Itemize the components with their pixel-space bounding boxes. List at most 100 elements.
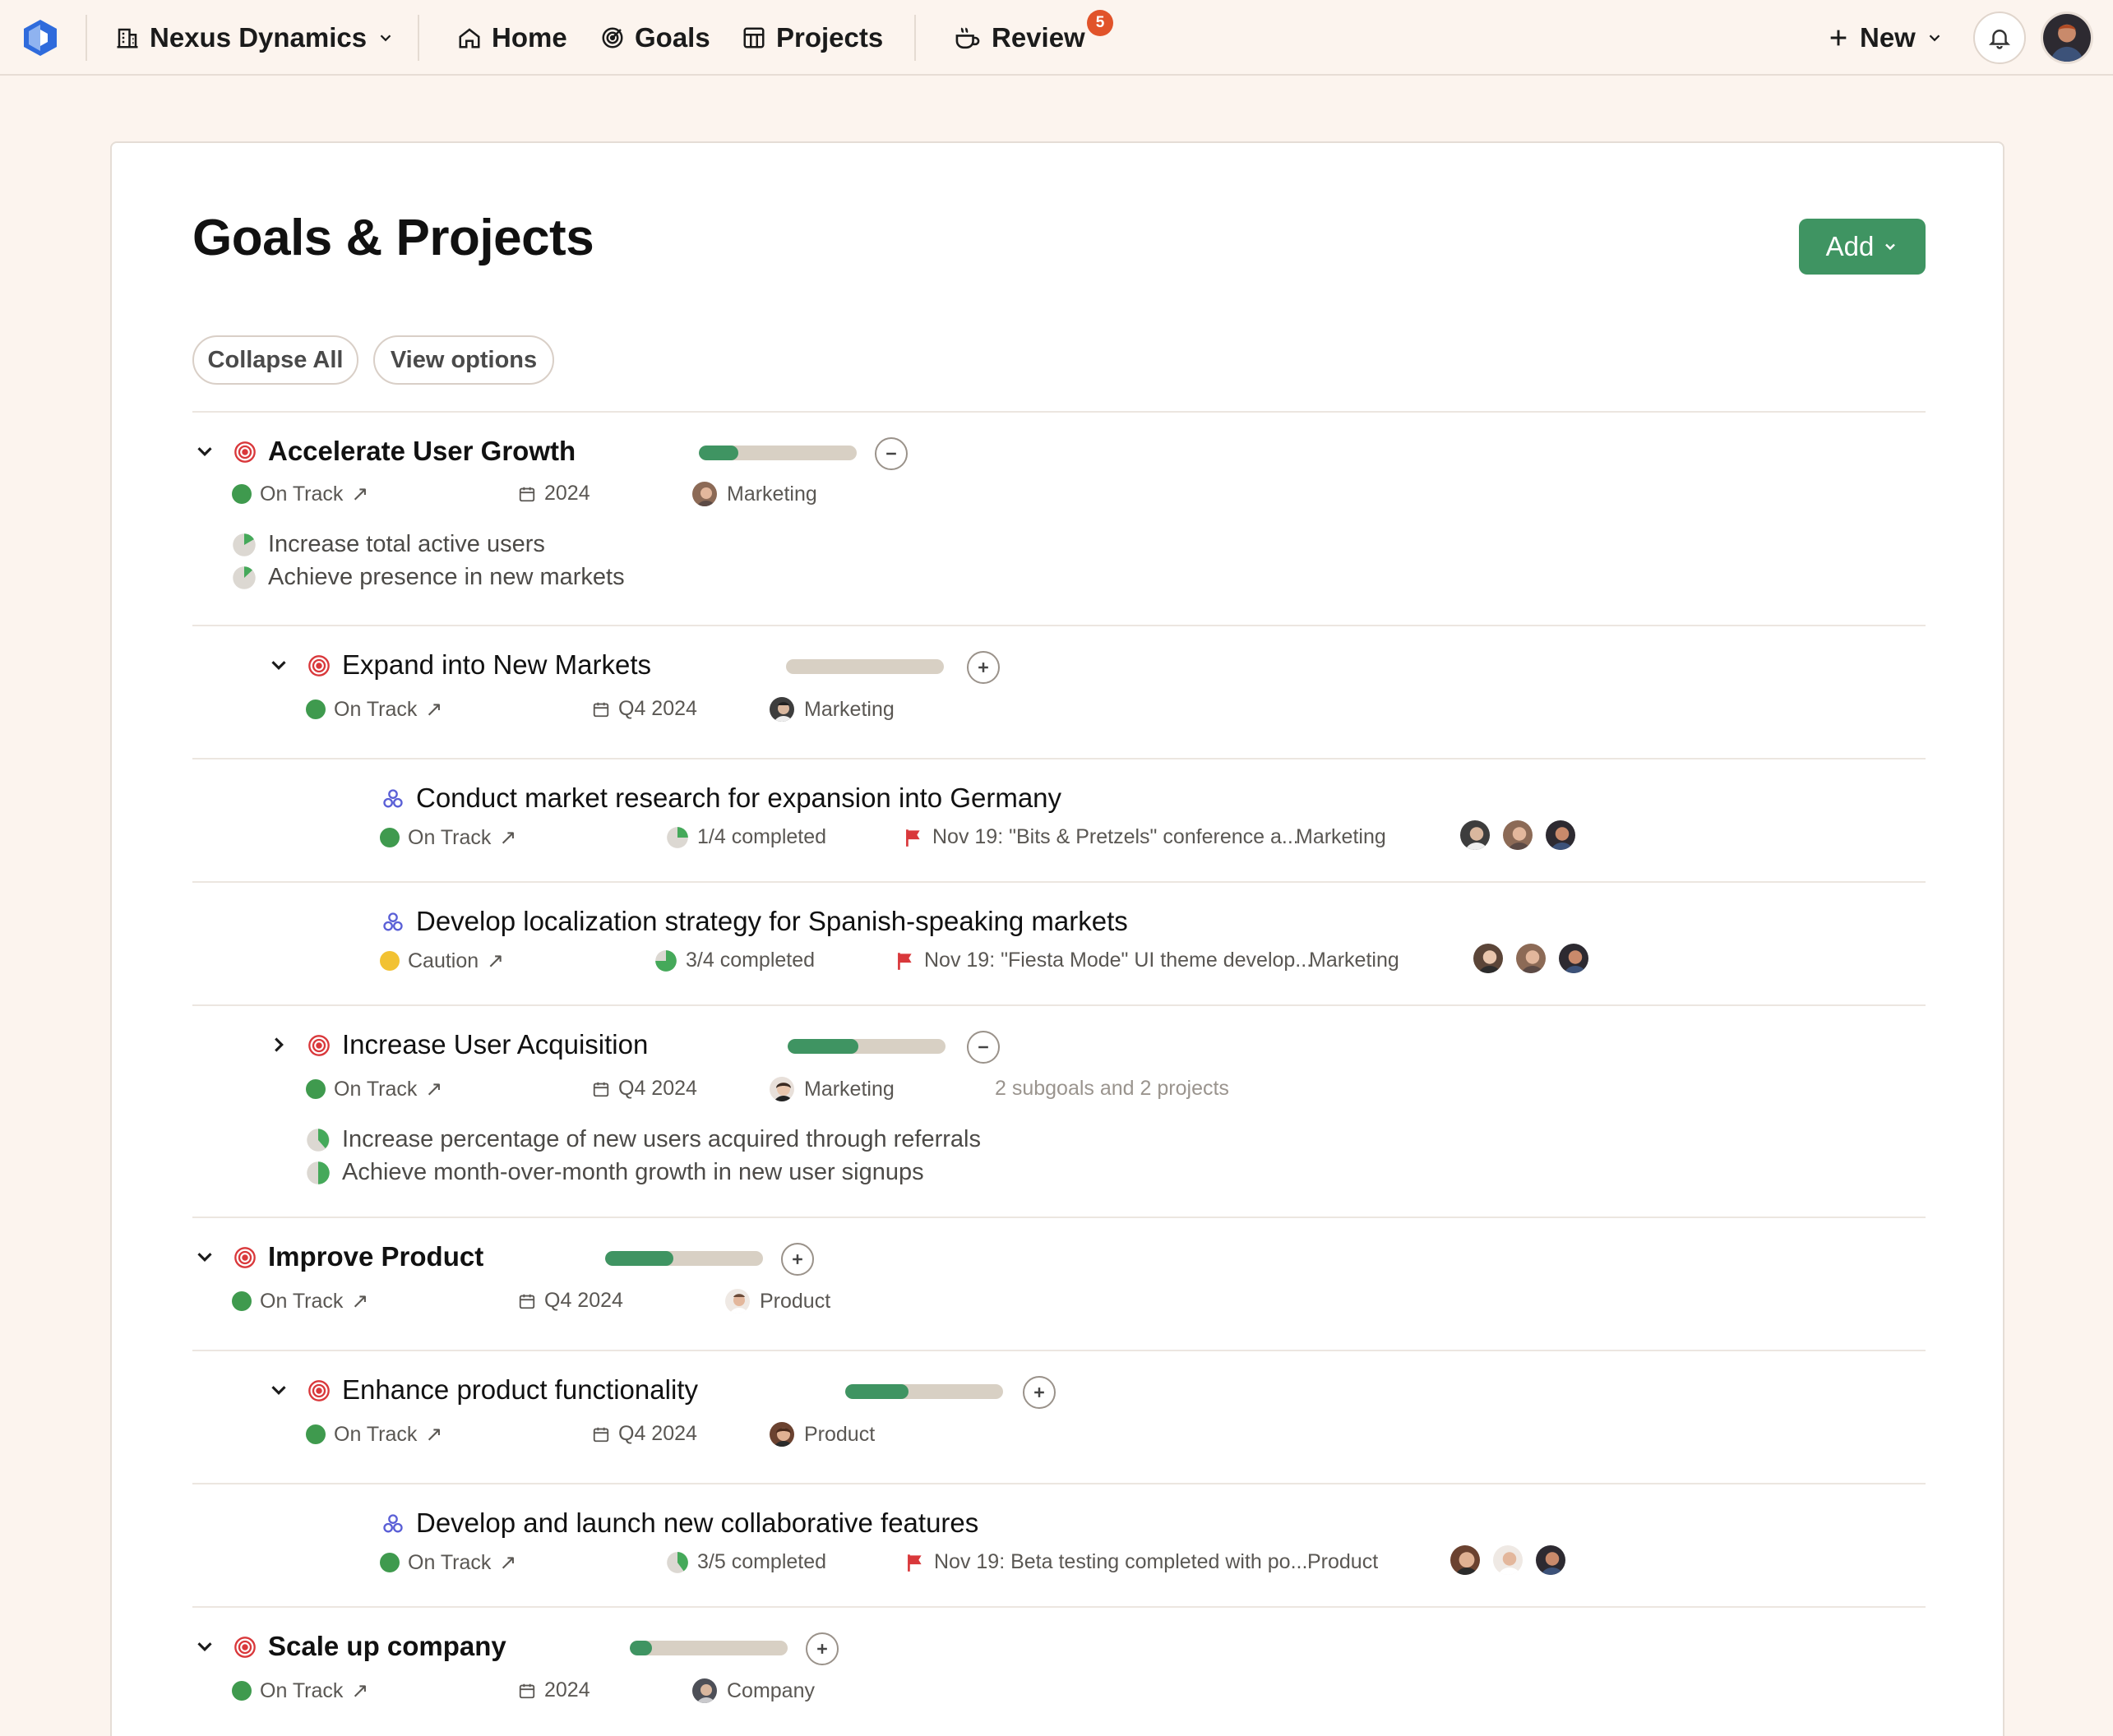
status-label: On Track xyxy=(260,482,344,506)
notifications-button[interactable] xyxy=(1973,12,2026,64)
key-result-item[interactable]: Achieve presence in new markets xyxy=(232,564,625,591)
owner[interactable]: Company xyxy=(691,1677,815,1705)
owner[interactable]: Marketing xyxy=(691,480,817,508)
nav-goals[interactable]: Goals xyxy=(600,18,710,58)
chevron-down-icon[interactable] xyxy=(192,1244,217,1269)
nav-projects[interactable]: Projects xyxy=(742,18,883,58)
next-milestone[interactable]: Nov 19: Beta testing completed with po..… xyxy=(904,1550,1307,1574)
goal-title[interactable]: Increase User Acquisition xyxy=(342,1029,648,1060)
app-logo-icon[interactable] xyxy=(21,18,59,58)
contributors[interactable] xyxy=(1472,942,1590,975)
calendar-icon xyxy=(593,1427,609,1442)
chevron-down-icon[interactable] xyxy=(266,653,291,677)
goal-title[interactable]: Improve Product xyxy=(268,1241,483,1272)
arrow-up-right-icon: ↗ xyxy=(351,482,369,506)
avatar xyxy=(1459,819,1491,852)
project-row: Develop localization strategy for Spanis… xyxy=(192,881,1926,1004)
flag-icon xyxy=(908,1554,922,1572)
owner[interactable]: Product xyxy=(724,1287,830,1315)
goal-title[interactable]: Accelerate User Growth xyxy=(268,436,576,467)
key-result-item[interactable]: Increase total active users xyxy=(232,531,545,558)
project-title[interactable]: Develop and launch new collaborative fea… xyxy=(416,1507,978,1539)
milestones-progress[interactable]: 1/4 completed xyxy=(666,825,826,849)
avatar xyxy=(1491,1544,1524,1577)
nav-projects-label: Projects xyxy=(776,22,884,53)
owner[interactable]: Product xyxy=(768,1420,875,1448)
chevron-down-icon[interactable] xyxy=(192,439,217,464)
owner[interactable]: Marketing xyxy=(768,695,895,723)
chevron-down-icon[interactable] xyxy=(266,1378,291,1402)
owner[interactable]: Marketing xyxy=(768,1075,895,1103)
contributors[interactable] xyxy=(1459,819,1577,852)
status-indicator[interactable]: On Track ↗ xyxy=(306,1077,442,1101)
key-result-item[interactable]: Achieve month-over-month growth in new u… xyxy=(306,1159,924,1186)
status-indicator[interactable]: Caution ↗ xyxy=(380,949,504,973)
status-indicator[interactable]: On Track ↗ xyxy=(306,697,442,722)
status-dot xyxy=(306,1424,326,1444)
project-title[interactable]: Conduct market research for expansion in… xyxy=(416,783,1061,814)
nav-home[interactable]: Home xyxy=(457,18,567,58)
owner-team-label: Marketing xyxy=(1309,949,1399,972)
timeframe[interactable]: Q4 2024 xyxy=(592,1077,697,1101)
avatar xyxy=(1557,942,1590,975)
next-milestone[interactable]: Nov 19: "Fiesta Mode" UI theme develop..… xyxy=(895,949,1312,972)
chevron-down-icon[interactable] xyxy=(192,1634,217,1659)
avatar xyxy=(1501,819,1534,852)
collapse-targets-button[interactable] xyxy=(967,1031,1000,1064)
nav-goals-label: Goals xyxy=(635,22,710,53)
collapse-all-button[interactable]: Collapse All xyxy=(192,335,358,385)
avatar xyxy=(768,695,796,723)
timeframe[interactable]: Q4 2024 xyxy=(518,1289,623,1313)
timeframe[interactable]: Q4 2024 xyxy=(592,1422,697,1446)
chevron-down-icon xyxy=(1929,35,1940,42)
status-indicator[interactable]: On Track ↗ xyxy=(232,1678,368,1703)
status-indicator[interactable]: On Track ↗ xyxy=(306,1422,442,1447)
projects-grid-icon xyxy=(743,27,765,48)
status-indicator[interactable]: On Track ↗ xyxy=(232,1289,368,1314)
goal-title[interactable]: Expand into New Markets xyxy=(342,649,651,681)
owner-team[interactable]: Product xyxy=(1307,1550,1378,1574)
contributors[interactable] xyxy=(1449,1544,1567,1577)
expand-targets-button[interactable] xyxy=(967,651,1000,684)
timeframe-label: Q4 2024 xyxy=(618,1422,697,1445)
key-result-item[interactable]: Increase percentage of new users acquire… xyxy=(306,1126,981,1153)
owner-team[interactable]: Marketing xyxy=(1309,949,1399,972)
expand-targets-button[interactable] xyxy=(781,1243,814,1276)
goal-title[interactable]: Enhance product functionality xyxy=(342,1374,698,1406)
progress-pie-icon xyxy=(233,566,256,589)
owner-team[interactable]: Marketing xyxy=(1296,825,1386,849)
nav-review[interactable]: Review xyxy=(954,18,1085,58)
calendar-icon xyxy=(593,702,609,717)
collapse-targets-button[interactable] xyxy=(875,437,908,470)
milestones-progress[interactable]: 3/5 completed xyxy=(666,1550,826,1574)
goal-title[interactable]: Scale up company xyxy=(268,1631,506,1662)
milestone-label: Nov 19: "Bits & Pretzels" conference a..… xyxy=(932,825,1299,848)
timeframe[interactable]: Q4 2024 xyxy=(592,697,697,721)
goal-row: Accelerate User Growth On Track ↗ 2024 M… xyxy=(192,411,1926,625)
avatar xyxy=(691,480,719,508)
chevron-down-icon xyxy=(1885,243,1896,251)
timeframe[interactable]: 2024 xyxy=(518,1678,590,1702)
status-dot xyxy=(380,1553,400,1572)
add-button[interactable]: Add xyxy=(1799,219,1926,275)
next-milestone[interactable]: Nov 19: "Bits & Pretzels" conference a..… xyxy=(903,825,1299,849)
org-switcher[interactable]: Nexus Dynamics xyxy=(115,18,395,58)
arrow-up-right-icon: ↗ xyxy=(351,1290,369,1313)
new-menu-button[interactable]: New xyxy=(1827,18,1944,58)
expand-targets-button[interactable] xyxy=(1023,1376,1056,1409)
progress-pie-icon xyxy=(307,1128,330,1152)
view-options-button[interactable]: View options xyxy=(373,335,554,385)
user-avatar[interactable] xyxy=(2041,12,2093,64)
status-indicator[interactable]: On Track ↗ xyxy=(380,825,516,850)
project-title[interactable]: Develop localization strategy for Spanis… xyxy=(416,906,1128,937)
goal-progress-bar xyxy=(786,659,944,674)
timeframe[interactable]: 2024 xyxy=(518,482,590,506)
goal-target-icon xyxy=(308,1035,330,1056)
status-indicator[interactable]: On Track ↗ xyxy=(232,482,368,506)
expand-targets-button[interactable] xyxy=(806,1632,839,1665)
goal-row: Increase User Acquisition On Track ↗ Q4 … xyxy=(192,1004,1926,1217)
milestones-progress[interactable]: 3/4 completed xyxy=(654,949,815,972)
status-indicator[interactable]: On Track ↗ xyxy=(380,1550,516,1575)
milestone-label: Nov 19: Beta testing completed with po..… xyxy=(934,1550,1308,1573)
chevron-right-icon[interactable] xyxy=(266,1032,291,1057)
